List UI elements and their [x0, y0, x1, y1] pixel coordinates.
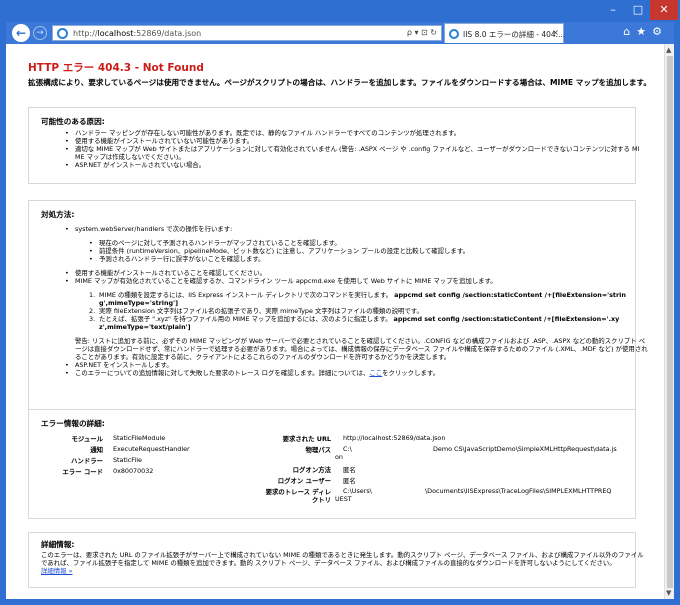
- ie-logo-icon: [57, 28, 68, 39]
- here-link[interactable]: ここ: [369, 369, 382, 377]
- more-info-heading: 詳細情報:: [41, 540, 75, 549]
- more-info-text: このエラーは、要求された URL のファイル拡張子がサーバー上で構成されていない…: [41, 551, 644, 559]
- navigation-bar: ← → http://localhost:52869/data.json ρ ▾…: [6, 22, 674, 44]
- detail-value: Demo CS\JavaScriptDemo\SimpleXMLHttpRequ…: [433, 445, 617, 453]
- list-item: ASP.NET がインストールされていない場合。: [75, 161, 205, 169]
- maximize-button[interactable]: □: [626, 0, 650, 20]
- detail-label: エラー コード: [62, 468, 103, 476]
- list-item: このエラーについての追加情報に対して失敗した要求のトレース ログを確認します。詳…: [75, 369, 440, 377]
- close-button[interactable]: ✕: [650, 0, 678, 20]
- detail-value: \Documents\IISExpress\TraceLogFiles\SIMP…: [425, 487, 612, 495]
- page-subtitle: 拡張構成により、要求しているページは使用できません。ページがスクリプトの場合は、…: [28, 78, 651, 87]
- actions-box: 対処方法: • system.webServer/handlers で次の操作を…: [28, 200, 648, 426]
- detail-label: モジュール: [71, 435, 103, 443]
- back-button[interactable]: ←: [12, 24, 30, 42]
- detail-value: C:\Users\: [343, 487, 372, 495]
- detail-value: on: [335, 453, 343, 461]
- address-bar[interactable]: http://localhost:52869/data.json ρ ▾ ⊡ ↻: [52, 25, 442, 41]
- vertical-scrollbar[interactable]: ▲ ▼: [664, 44, 674, 599]
- sub-list-item: 前提条件 (runtimeVersion、pipelineMode、ビット数など…: [99, 247, 469, 255]
- step-2: 実際 fileExtension 文字列はファイル名の拡張子であり、実際 mim…: [99, 307, 423, 315]
- details-box: エラー情報の詳細: モジュール StaticFileModule 通知 Exec…: [28, 409, 636, 519]
- list-item: ASP.NET をインストールします。: [75, 361, 173, 369]
- detail-value: UEST: [335, 495, 352, 503]
- detail-value: 匿名: [343, 466, 356, 474]
- list-item: ME マップは作成しないでください)。: [75, 153, 185, 161]
- detail-label: 通知: [90, 446, 103, 454]
- tab-title: IIS 8.0 エラーの詳細 - 404....: [463, 30, 566, 39]
- minimize-button[interactable]: –: [600, 0, 626, 20]
- step-3: たとえば、拡張子 ".xyz" を持つファイル用の MIME マップを追加するに…: [99, 315, 620, 323]
- detail-label: ハンドラー: [71, 457, 103, 465]
- detail-value: StaticFileModule: [113, 434, 166, 442]
- address-url[interactable]: http://localhost:52869/data.json: [73, 29, 201, 38]
- detail-label: クトリ: [311, 496, 331, 504]
- title-bar: – □ ✕: [0, 0, 680, 24]
- scroll-thumb[interactable]: [667, 56, 673, 588]
- detail-value: 匿名: [343, 477, 356, 485]
- warning-line: ージは直接ダウンロードせず、常にハンドラーで処理する必要があります。場合によって…: [75, 345, 648, 353]
- sub-list-item: 予測されるハンドラー行に誤字がないことを確認します。: [99, 255, 265, 263]
- step-1-cont: g',mimeType='string']: [99, 299, 178, 307]
- detail-value: ExecuteRequestHandler: [113, 445, 190, 453]
- causes-box: 可能性のある原因: • ハンドラー マッピングが存在しない可能性があります。既定…: [28, 107, 640, 184]
- list-item: system.webServer/handlers で次の操作を行います:: [75, 225, 233, 233]
- step-1: MIME の種類を設定するには、IIS Express インストール ディレクト…: [99, 291, 626, 299]
- detail-label: ログオン方法: [292, 466, 331, 474]
- detail-value: 0x80070032: [113, 467, 154, 475]
- detail-label: 物理パス: [305, 446, 331, 454]
- warning-line: ることがあります。有効に設定する前に、クライアントによるこれらのファイルのダウン…: [75, 353, 451, 361]
- sub-list-item: 現在のページに対して予測されるハンドラーがマップされていることを確認します。: [99, 239, 341, 247]
- list-item: 使用する機能がインストールされていることを確認してください。: [75, 269, 267, 277]
- scroll-up-icon[interactable]: ▲: [666, 46, 671, 54]
- page-content: HTTP エラー 404.3 - Not Found 拡張構成により、要求してい…: [6, 44, 664, 599]
- tab-error-page[interactable]: IIS 8.0 エラーの詳細 - 404.... ×: [444, 23, 566, 43]
- forward-button[interactable]: →: [33, 26, 47, 40]
- detail-value: StaticFile: [113, 456, 142, 464]
- more-info-link[interactable]: 詳細情報 »: [41, 567, 73, 575]
- address-tools[interactable]: ρ ▾ ⊡ ↻: [407, 28, 437, 37]
- list-item: MIME マップが有効化されていることを確認するか、コマンドライン ツール ap…: [75, 277, 497, 285]
- causes-heading: 可能性のある原因:: [41, 117, 105, 126]
- scroll-down-icon[interactable]: ▼: [666, 589, 671, 597]
- tab-ie-icon: [449, 29, 459, 39]
- actions-heading: 対処方法:: [41, 210, 75, 219]
- list-item: ハンドラー マッピングが存在しない可能性があります。既定では、静的なファイル ハ…: [75, 129, 461, 137]
- list-item: 使用する機能がインストールされていない可能性があります。: [75, 137, 253, 145]
- more-info-box: 詳細情報: このエラーは、要求された URL のファイル拡張子がサーバー上で構成…: [28, 532, 644, 588]
- detail-label: 要求された URL: [282, 435, 331, 443]
- browser-tools[interactable]: ⌂★⚙: [623, 25, 668, 38]
- detail-label: ログオン ユーザー: [277, 477, 331, 485]
- list-item: 適切な MIME マップが Web サイトまたはアプリケーションに対して有効化さ…: [75, 145, 640, 153]
- warning-line: 警告: リストに追加する前に、必ずその MIME マッピングが Web サーバー…: [75, 337, 646, 345]
- details-heading: エラー情報の詳細:: [41, 419, 105, 428]
- step-3-cont: z',mimeType='text/plain']: [99, 323, 191, 331]
- detail-value: http://localhost:52869/data.json: [343, 434, 446, 442]
- page-title: HTTP エラー 404.3 - Not Found: [28, 62, 204, 74]
- detail-value: C:\: [343, 445, 352, 453]
- tab-close-icon[interactable]: ×: [552, 28, 559, 37]
- more-info-text: であれば、ファイル拡張子を指定して MIME の種類を追加できます。動的 スクリ…: [41, 559, 616, 567]
- browser-window: – □ ✕ ← → http://localhost:52869/data.js…: [0, 0, 680, 605]
